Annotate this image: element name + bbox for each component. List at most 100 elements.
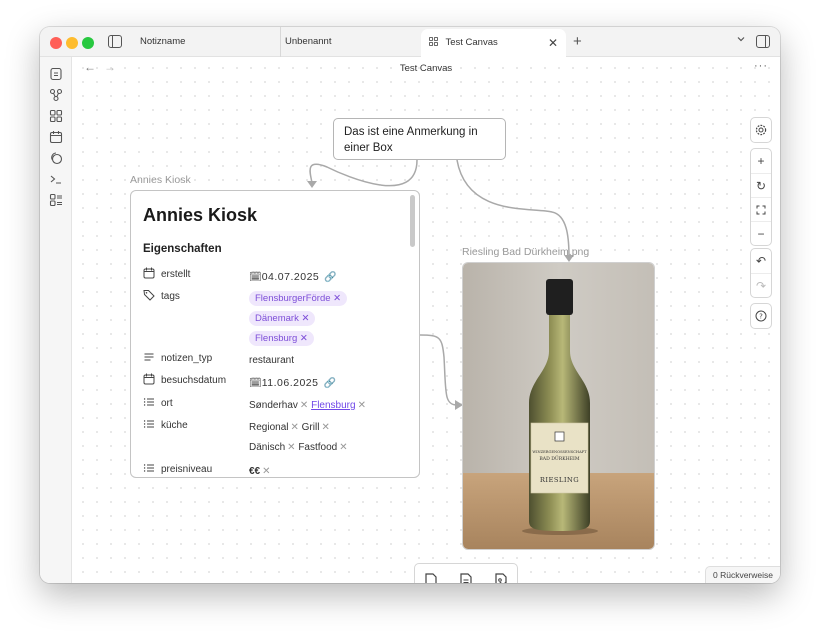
help-controls-group: ? [750, 303, 772, 329]
remove-icon[interactable]: ✕ [262, 466, 270, 477]
bases-icon[interactable] [49, 193, 63, 207]
property-value[interactable]: FlensburgerFörde ✕ Dänemark ✕ Flensburg … [249, 289, 407, 349]
arrowhead [307, 181, 317, 188]
property-key: besuchsdatum [143, 373, 249, 386]
new-tab-icon[interactable]: + [573, 27, 582, 57]
property-key: tags [143, 289, 249, 302]
zoom-out-icon[interactable]: − [751, 221, 771, 245]
new-card-icon[interactable] [422, 572, 440, 583]
settings-icon[interactable] [751, 118, 771, 142]
tag-pill[interactable]: Dänemark ✕ [249, 311, 316, 326]
list-value[interactable]: Sønderhav [249, 400, 298, 411]
property-value[interactable]: Regional ✕ Grill ✕ Dänisch ✕ Fastfood ✕ [249, 418, 407, 458]
scrollbar-thumb[interactable] [410, 195, 415, 247]
remove-icon[interactable]: ✕ [358, 400, 366, 411]
close-window-button[interactable] [50, 37, 62, 49]
list-value[interactable]: €€ [249, 466, 260, 477]
undo-icon[interactable]: ↶ [751, 249, 771, 273]
list-value[interactable]: Regional [249, 422, 288, 433]
tab-label: Test Canvas [445, 37, 498, 48]
note-node-label[interactable]: Annies Kiosk [130, 174, 191, 186]
zoom-window-button[interactable] [82, 37, 94, 49]
property-row-ort[interactable]: ort Sønderhav ✕ Flensburg ✕ [143, 396, 403, 416]
edge-note-to-image [419, 334, 461, 406]
link-icon[interactable]: 🔗 [324, 272, 336, 283]
backlinks-status[interactable]: 0 Rückverweise [705, 566, 780, 583]
history-controls-group: ↶ ↷ [750, 248, 772, 298]
reset-zoom-icon[interactable]: ↻ [751, 173, 771, 197]
canvas-view[interactable]: ← → Test Canvas ··· Das ist eine Anmerku… [72, 57, 780, 583]
tab-test-canvas[interactable]: Test Canvas ✕ [421, 29, 566, 57]
text-icon [144, 353, 154, 361]
calendar-icon[interactable] [49, 130, 63, 144]
note-card[interactable]: Annies Kiosk Eigenschaften erstellt 🗓04.… [130, 190, 420, 478]
redo-icon[interactable]: ↷ [751, 273, 771, 297]
file-icon[interactable] [49, 67, 63, 81]
remove-icon[interactable]: ✕ [300, 400, 308, 411]
add-media-icon[interactable] [492, 572, 510, 583]
chevron-down-icon[interactable] [736, 34, 746, 44]
property-key: ort [143, 396, 249, 409]
fit-icon[interactable] [751, 197, 771, 221]
property-key: küche [143, 418, 249, 431]
list-icon [143, 398, 154, 406]
help-icon[interactable]: ? [751, 304, 771, 328]
canvas-add-bar [414, 563, 518, 583]
property-row-besuchsdatum[interactable]: besuchsdatum 🗓11.06.2025 🔗 [143, 373, 403, 393]
zoom-controls-group: + ↻ − [750, 148, 772, 246]
calendar-icon [143, 373, 155, 385]
minimize-window-button[interactable] [66, 37, 78, 49]
bottle-label-line: RIESLING [540, 476, 579, 484]
property-row-notizen-typ[interactable]: notizen_typ restaurant [143, 351, 403, 371]
property-row-preisniveau[interactable]: preisniveau €€ ✕ [143, 462, 403, 477]
properties-heading[interactable]: Eigenschaften [143, 243, 222, 255]
remove-icon[interactable]: ✕ [321, 422, 329, 433]
left-sidebar-toggle-icon[interactable] [108, 35, 122, 48]
annotation-text-card[interactable]: Das ist eine Anmerkung in einer Box [333, 118, 506, 160]
internal-link[interactable]: Flensburg [311, 400, 355, 411]
zoom-in-icon[interactable]: + [751, 149, 771, 173]
list-value[interactable]: Dänisch [249, 442, 285, 453]
tab-label: Unbenannt [285, 36, 332, 47]
tag-pill[interactable]: Flensburg ✕ [249, 331, 314, 346]
terminal-icon[interactable] [49, 172, 63, 186]
property-row-erstellt[interactable]: erstellt 🗓04.07.2025 🔗 [143, 267, 403, 287]
canvas-icon [429, 37, 438, 46]
add-note-icon[interactable] [457, 572, 475, 583]
property-key: erstellt [143, 267, 249, 280]
property-value[interactable]: 🗓11.06.2025 🔗 [249, 373, 407, 393]
property-row-tags[interactable]: tags FlensburgerFörde ✕ Dänemark ✕ Flens… [143, 289, 403, 349]
bottle-label-line: WINZERGENOSSENSCHAFT [532, 450, 587, 454]
right-sidebar-toggle-icon[interactable] [756, 35, 770, 48]
link-icon[interactable]: 🔗 [323, 378, 335, 389]
remove-icon[interactable]: ✕ [287, 442, 295, 453]
tab-notizname[interactable]: Notizname [138, 27, 276, 57]
list-icon [143, 420, 154, 428]
remove-icon[interactable]: ✕ [339, 442, 347, 453]
svg-text:?: ? [759, 313, 763, 321]
app-window: Notizname Unbenannt Test Canvas ✕ + ← → … [40, 27, 780, 583]
calendar-icon [143, 267, 155, 279]
graph-icon[interactable] [49, 88, 63, 102]
property-row-kueche[interactable]: küche Regional ✕ Grill ✕ Dänisch ✕ Fastfood… [143, 418, 403, 458]
image-node-label[interactable]: Riesling Bad Dürkheim.png [462, 246, 589, 258]
tab-label: Notizname [140, 36, 186, 47]
copy-icon[interactable] [49, 151, 63, 165]
ribbon [40, 57, 72, 583]
property-value[interactable]: €€ ✕ [249, 462, 407, 477]
close-tab-icon[interactable]: ✕ [548, 29, 558, 57]
date-icon: 🗓 [249, 378, 262, 389]
remove-icon[interactable]: ✕ [290, 422, 298, 433]
property-value[interactable]: 🗓04.07.2025 🔗 [249, 267, 407, 287]
property-key: notizen_typ [143, 351, 249, 364]
property-key: preisniveau [143, 462, 249, 475]
canvas-settings-group [750, 117, 772, 143]
property-value[interactable]: restaurant [249, 351, 407, 371]
tab-unbenannt[interactable]: Unbenannt [280, 27, 420, 57]
tag-pill[interactable]: FlensburgerFörde ✕ [249, 291, 348, 306]
canvas-icon[interactable] [49, 109, 63, 123]
list-value[interactable]: Fastfood [298, 442, 337, 453]
image-node[interactable]: WINZERGENOSSENSCHAFT BAD DÜRKHEIM RIESLI… [462, 262, 655, 550]
list-value[interactable]: Grill [302, 422, 320, 433]
property-value[interactable]: Sønderhav ✕ Flensburg ✕ [249, 396, 407, 416]
